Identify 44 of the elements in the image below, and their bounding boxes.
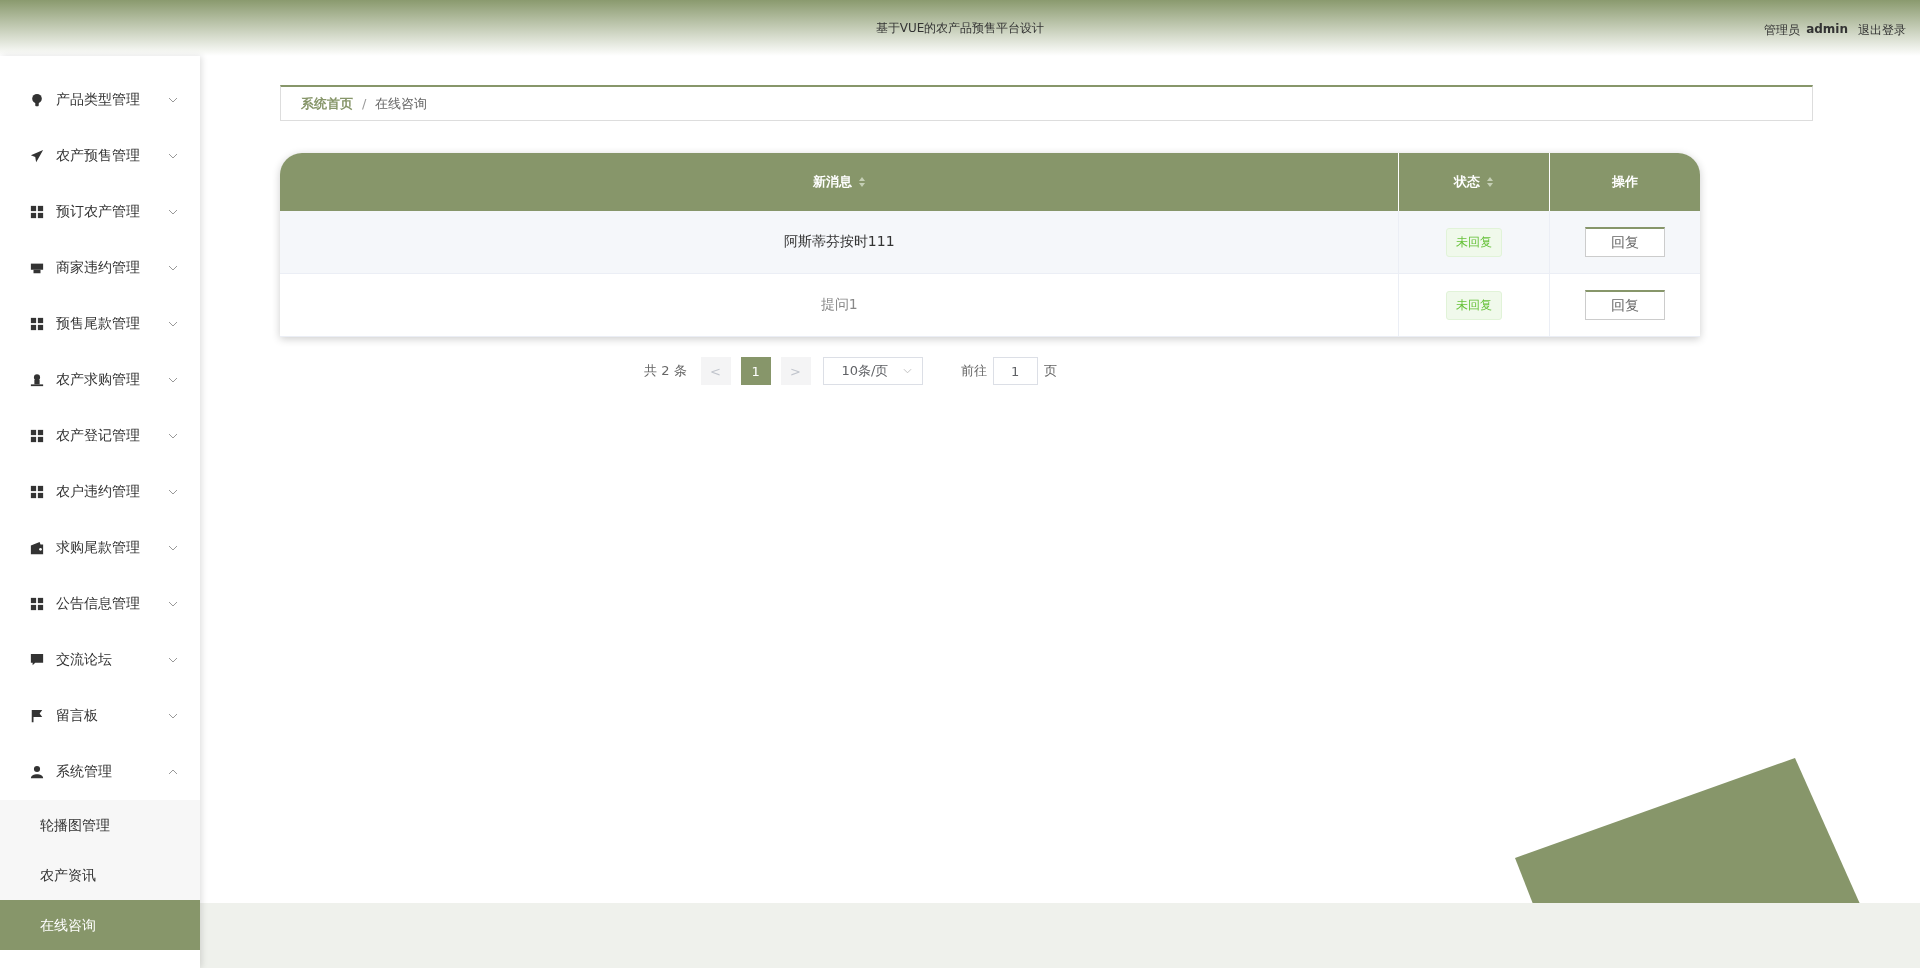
goto-label: 前往 [960,362,987,380]
menu-item[interactable]: 农产登记管理 [0,408,200,464]
page-size-select[interactable]: 10条/页 [822,357,923,385]
user-name: admin [1806,22,1848,38]
status-tag: 未回复 [1446,227,1503,257]
user-role: 管理员 [1764,22,1801,39]
reply-button[interactable]: 回复 [1585,290,1666,320]
chat-icon [30,653,44,667]
status-tag: 未回复 [1446,290,1503,320]
total-count: 共 2 条 [644,362,687,380]
menu-item[interactable]: 预订农产管理 [0,184,200,240]
menu-item[interactable]: 求购尾款管理 [0,520,200,576]
flag-icon [30,709,44,723]
chevron-icon [902,368,912,374]
menu-item[interactable]: 公告信息管理 [0,576,200,632]
grid-icon [30,485,44,499]
message-text: 提问1 [820,296,858,314]
grid-icon [30,317,44,331]
grid-icon [30,205,44,219]
submenu-item[interactable]: 轮播图管理 [0,800,200,850]
message-text: 阿斯蒂芬按时111 [783,233,895,251]
person-icon [30,765,44,779]
menu-item[interactable]: 商家违约管理 [0,240,200,296]
menu-item[interactable]: 产品类型管理 [0,72,200,128]
site-title: 基于VUE的农产品预售平台设计 [875,19,1045,37]
menu-item[interactable]: 农户违约管理 [0,464,200,520]
wallet-icon [30,541,44,555]
menu-item[interactable]: 系统管理 [0,744,200,800]
breadcrumb-link[interactable]: 在线咨询 [375,94,428,113]
breadcrumb-separator: / [362,96,367,111]
menu-item[interactable]: 农产预售管理 [0,128,200,184]
reply-button[interactable]: 回复 [1585,227,1666,257]
grid-icon [30,597,44,611]
menu-item[interactable]: 农产求购管理 [0,352,200,408]
plane-icon [30,149,44,163]
grid-icon [30,429,44,443]
logout-link[interactable]: 退出登录 [1858,22,1906,39]
menu-item[interactable]: 预售尾款管理 [0,296,200,352]
page-suffix: 页 [1043,362,1057,380]
page-input[interactable]: 1 [992,357,1038,385]
menu-item[interactable]: 留言板 [0,688,200,744]
bulb-icon [30,93,44,107]
submenu-item[interactable]: 农产资讯 [0,850,200,900]
menu-item[interactable]: 交流论坛 [0,632,200,688]
